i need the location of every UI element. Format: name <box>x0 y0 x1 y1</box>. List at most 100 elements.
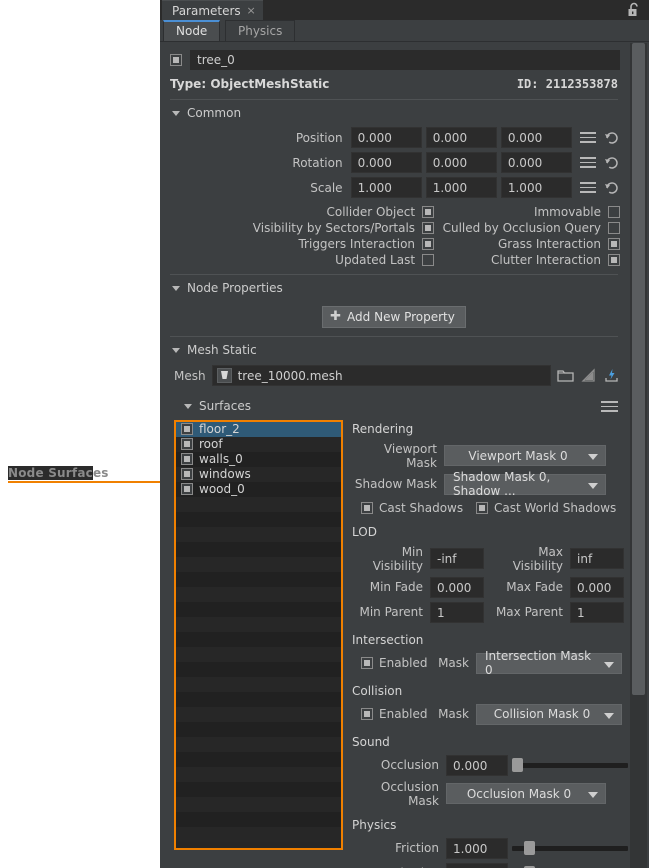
culled-occlusion-checkbox[interactable] <box>608 222 620 234</box>
intersection-mask-dropdown[interactable]: Intersection Mask 0 <box>476 653 622 674</box>
occlusion-input[interactable]: 0.000 <box>446 755 508 776</box>
max-visibility-label: Max Visibility <box>488 545 570 573</box>
scale-reset-icon[interactable] <box>604 180 620 196</box>
slider-knob[interactable] <box>524 841 535 855</box>
friction-input[interactable]: 1.000 <box>446 838 508 859</box>
min-fade-input[interactable]: 0.000 <box>430 577 484 598</box>
occlusion-mask-label: Occlusion Mask <box>352 780 446 808</box>
rotation-row: Rotation 0.000 0.000 0.000 <box>160 150 628 175</box>
rotation-z-input[interactable]: 0.000 <box>501 152 572 173</box>
visibility-sectors-checkbox[interactable] <box>422 222 434 234</box>
surface-checkbox[interactable] <box>181 453 193 465</box>
section-common-label: Common <box>187 106 241 120</box>
max-parent-input[interactable]: 1 <box>570 602 624 623</box>
folder-icon[interactable] <box>557 367 574 384</box>
position-z-input[interactable]: 0.000 <box>501 127 572 148</box>
list-item[interactable]: wood_0 <box>176 482 341 497</box>
node-id: ID: 2112353878 <box>517 77 618 91</box>
position-y-input[interactable]: 0.000 <box>426 127 497 148</box>
immovable-label: Immovable <box>534 205 601 219</box>
occlusion-mask-value: Occlusion Mask 0 <box>467 787 571 801</box>
scale-menu-icon[interactable] <box>580 179 596 196</box>
collision-enabled-checkbox[interactable] <box>361 708 373 720</box>
tab-physics[interactable]: Physics <box>225 20 295 41</box>
shadow-mask-dropdown[interactable]: Shadow Mask 0, Shadow ... <box>444 474 606 495</box>
position-menu-icon[interactable] <box>580 129 596 146</box>
annotation-label-text: Node Surfac <box>8 466 93 480</box>
triggers-interaction-checkbox[interactable] <box>422 238 434 250</box>
panel-content: tree_0 Type: ObjectMeshStatic ID: 211235… <box>160 42 649 868</box>
friction-slider[interactable] <box>512 841 628 855</box>
list-item[interactable]: roof <box>176 437 341 452</box>
slider-knob[interactable] <box>512 758 523 772</box>
window-titlebar: Parameters × <box>160 0 649 20</box>
scale-x-input[interactable]: 1.000 <box>351 177 422 198</box>
list-item-empty <box>176 572 341 587</box>
immovable-checkbox[interactable] <box>608 206 620 218</box>
panel-tab-parameters[interactable]: Parameters × <box>162 0 263 20</box>
intersection-mask-label: Mask <box>436 656 476 670</box>
occlusion-mask-dropdown[interactable]: Occlusion Mask 0 <box>446 783 606 804</box>
section-surfaces[interactable]: Surfaces <box>160 392 628 420</box>
min-fade-label: Min Fade <box>352 580 430 594</box>
surface-checkbox[interactable] <box>181 483 193 495</box>
collision-mask-dropdown[interactable]: Collision Mask 0 <box>476 704 622 725</box>
scale-y-input[interactable]: 1.000 <box>426 177 497 198</box>
unlock-icon[interactable] <box>627 2 641 18</box>
tab-node[interactable]: Node <box>163 20 220 41</box>
collider-object-checkbox[interactable] <box>422 206 434 218</box>
rotation-x-input[interactable]: 0.000 <box>351 152 422 173</box>
rotation-menu-icon[interactable] <box>580 154 596 171</box>
list-item[interactable]: windows <box>176 467 341 482</box>
section-mesh-static[interactable]: Mesh Static <box>160 337 628 362</box>
intersection-row: Enabled Mask Intersection Mask 0 <box>352 651 628 676</box>
node-surfaces-list[interactable]: floor_2 roof walls_0 windows <box>174 420 343 850</box>
cast-shadows-checkbox[interactable] <box>361 502 373 514</box>
position-reset-icon[interactable] <box>604 130 620 146</box>
min-parent-input[interactable]: 1 <box>430 602 484 623</box>
chevron-down-icon <box>588 483 598 489</box>
list-item[interactable]: floor_2 <box>176 422 341 437</box>
grass-interaction-checkbox[interactable] <box>608 238 620 250</box>
occlusion-slider[interactable] <box>512 758 628 772</box>
max-fade-input[interactable]: 0.000 <box>570 577 624 598</box>
clear-icon[interactable] <box>580 367 597 384</box>
scrollbar-thumb[interactable] <box>632 43 645 695</box>
updated-last-checkbox[interactable] <box>422 254 434 266</box>
section-node-properties[interactable]: Node Properties <box>160 275 628 300</box>
mesh-path-input[interactable]: tree_10000.mesh <box>212 365 551 386</box>
clutter-interaction-checkbox[interactable] <box>608 254 620 266</box>
section-node-properties-label: Node Properties <box>187 281 283 295</box>
node-name-input[interactable]: tree_0 <box>190 50 620 70</box>
section-common[interactable]: Common <box>160 100 628 125</box>
triggers-interaction-label: Triggers Interaction <box>298 237 415 251</box>
add-new-property-button[interactable]: ✚ Add New Property <box>322 306 466 328</box>
open-editor-icon[interactable] <box>603 367 620 384</box>
rotation-reset-icon[interactable] <box>604 155 620 171</box>
restitution-input[interactable]: 1.000 <box>446 863 508 868</box>
intersection-enabled-checkbox[interactable] <box>361 657 373 669</box>
viewport-mask-label: Viewport Mask <box>352 442 444 470</box>
close-icon[interactable]: × <box>246 4 255 17</box>
min-visibility-input[interactable]: -inf <box>430 548 484 569</box>
list-item[interactable]: walls_0 <box>176 452 341 467</box>
surfaces-area: floor_2 roof walls_0 windows <box>160 420 628 868</box>
culled-occlusion-label: Culled by Occlusion Query <box>443 221 601 235</box>
viewport-mask-dropdown[interactable]: Viewport Mask 0 <box>444 445 606 466</box>
mesh-row: Mesh tree_10000.mesh <box>160 362 628 392</box>
intersection-enabled-cell: Enabled <box>352 656 436 670</box>
fade-row: Min Fade 0.000 Max Fade 0.000 <box>352 575 628 600</box>
surface-checkbox[interactable] <box>181 468 193 480</box>
scale-z-input[interactable]: 1.000 <box>501 177 572 198</box>
chevron-down-icon <box>604 662 614 668</box>
position-x-input[interactable]: 0.000 <box>351 127 422 148</box>
max-visibility-input[interactable]: inf <box>570 548 624 569</box>
cast-world-shadows-checkbox[interactable] <box>476 502 488 514</box>
surfaces-menu-icon[interactable] <box>601 398 618 415</box>
checkbox-line: Triggers Interaction Grass Interaction <box>160 236 620 252</box>
surface-checkbox[interactable] <box>181 423 193 435</box>
rotation-y-input[interactable]: 0.000 <box>426 152 497 173</box>
surface-checkbox[interactable] <box>181 438 193 450</box>
node-enabled-checkbox[interactable] <box>170 54 182 66</box>
vertical-scrollbar[interactable] <box>630 43 647 868</box>
